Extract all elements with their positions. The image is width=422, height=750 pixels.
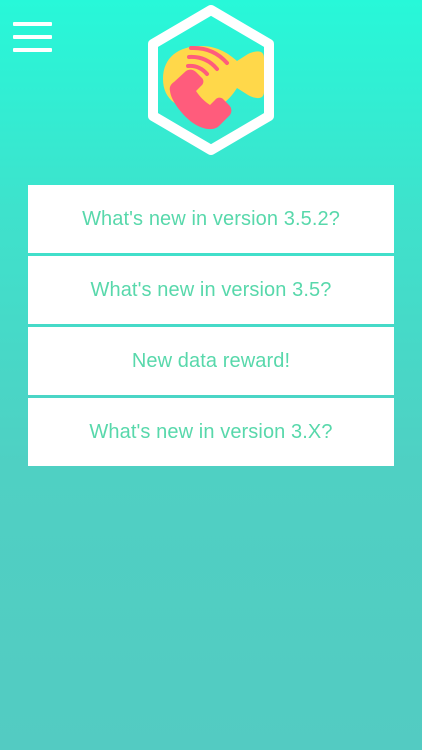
hamburger-menu-button[interactable] [13, 22, 52, 54]
list-item-new-data-reward[interactable]: New data reward! [28, 327, 394, 395]
hexagon-phone-logo-icon [148, 5, 274, 155]
menu-line-bottom [13, 48, 52, 52]
app-logo [143, 3, 279, 157]
menu-line-top [13, 22, 52, 26]
list-item-whats-new-3-5-2[interactable]: What's new in version 3.5.2? [28, 185, 394, 253]
news-list: What's new in version 3.5.2? What's new … [28, 185, 394, 469]
menu-line-middle [13, 35, 52, 39]
list-item-whats-new-3-5[interactable]: What's new in version 3.5? [28, 256, 394, 324]
list-item-whats-new-3-x[interactable]: What's new in version 3.X? [28, 398, 394, 466]
app-screen: What's new in version 3.5.2? What's new … [0, 0, 422, 750]
